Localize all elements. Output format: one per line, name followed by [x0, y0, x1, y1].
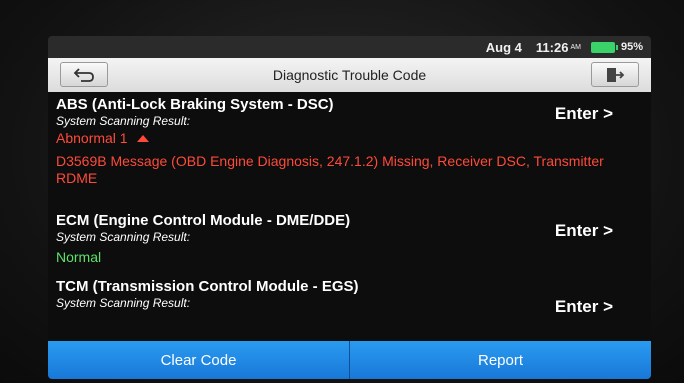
- enter-button-abs[interactable]: Enter >: [555, 104, 613, 124]
- back-button[interactable]: [60, 62, 108, 87]
- system-title: TCM (Transmission Control Module - EGS): [56, 278, 359, 295]
- back-arrow-icon: [73, 67, 94, 82]
- title-bar: Diagnostic Trouble Code: [48, 58, 651, 92]
- enter-button-ecm[interactable]: Enter >: [555, 221, 613, 241]
- system-status-normal: Normal: [56, 249, 102, 265]
- exit-button[interactable]: [591, 62, 639, 87]
- status-ampm: AM: [570, 43, 581, 51]
- exit-icon: [607, 67, 625, 82]
- system-list: ABS (Anti-Lock Braking System - DSC) Sys…: [48, 92, 651, 343]
- status-date: Aug 4: [485, 39, 522, 55]
- battery-percent: 95%: [620, 41, 643, 53]
- status-bar: Aug 4 11:26 AM 95%: [48, 36, 651, 58]
- clear-code-button[interactable]: Clear Code: [48, 341, 350, 379]
- system-status-abnormal[interactable]: Abnormal 1: [56, 129, 643, 147]
- bottom-action-bar: Clear Code Report: [48, 341, 651, 379]
- battery-icon: [590, 41, 618, 53]
- page-title: Diagnostic Trouble Code: [272, 67, 427, 83]
- status-text: Abnormal 1: [56, 130, 128, 146]
- report-button[interactable]: Report: [350, 341, 651, 379]
- device-screen: Aug 4 11:26 AM 95% Diagnostic Trouble Co…: [48, 36, 651, 379]
- caret-up-icon: [136, 134, 149, 142]
- error-detail: D3569B Message (OBD Engine Diagnosis, 24…: [56, 153, 604, 186]
- enter-button-tcm[interactable]: Enter >: [555, 297, 613, 317]
- status-time: 11:26: [535, 39, 569, 55]
